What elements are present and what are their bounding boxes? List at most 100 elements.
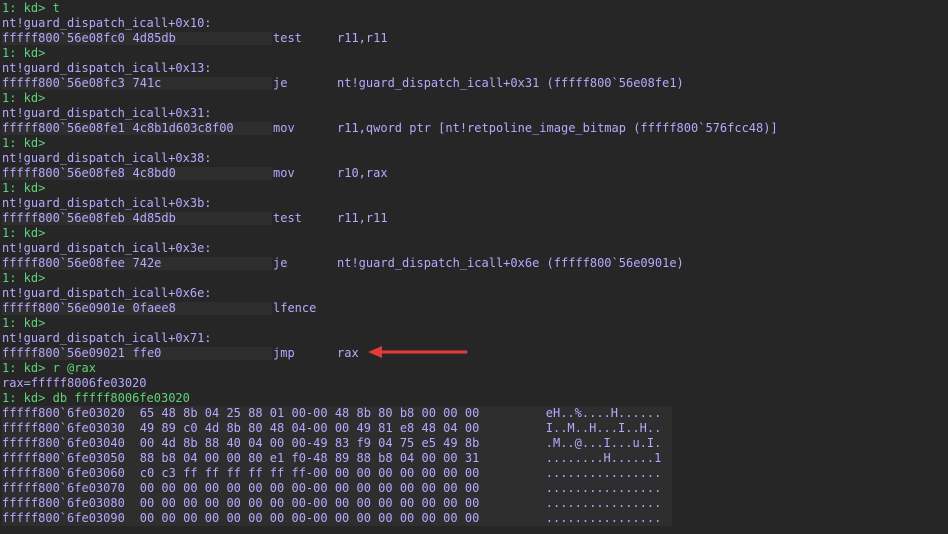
instruction-bytes: 4d85db [132, 211, 176, 225]
dump-hex-bytes: 00 00 00 00 00 00 00 00-00 00 00 00 00 0… [139, 496, 480, 510]
symbol-label: nt!guard_dispatch_icall+0x71: [2, 331, 212, 345]
prompt-label: 1: kd> [2, 1, 46, 15]
annotation-arrow-icon [368, 346, 468, 358]
dump-address: fffff800`6fe03050 [2, 451, 125, 465]
disassembly-line: fffff800`56e08fc0 4d85db test r11,r11 [2, 31, 946, 46]
instruction-mnemonic: je [273, 256, 288, 270]
symbol-line: nt!guard_dispatch_icall+0x3b: [2, 196, 946, 211]
instruction-address: fffff800`56e08fc3 [2, 76, 125, 90]
symbol-line: nt!guard_dispatch_icall+0x6e: [2, 286, 946, 301]
disassembly-line: fffff800`56e08fc3 741c je nt!guard_dispatch… [2, 76, 946, 91]
disassembly-line: fffff800`56e08fe1 4c8b1d603c8f00 mov r11,qw… [2, 121, 946, 136]
instruction-bytes: 4c8bd0 [132, 166, 176, 180]
prompt-line: 1: kd> [2, 271, 946, 286]
prompt-label: 1: kd> [2, 226, 46, 240]
instruction-operands: nt!guard_dispatch_icall+0x6e (fffff800`5… [337, 256, 684, 270]
prompt-line: 1: kd> t [2, 1, 946, 16]
command-text: db fffff8006fe03020 [52, 391, 190, 405]
instruction-bytes: 0faee8 [132, 301, 176, 315]
instruction-address: fffff800`56e0901e [2, 301, 125, 315]
symbol-line: nt!guard_dispatch_icall+0x3e: [2, 241, 946, 256]
instruction-operands: r11,r11 [337, 31, 388, 45]
dump-ascii: ........H......1 [545, 451, 662, 465]
symbol-line: nt!guard_dispatch_icall+0x10: [2, 16, 946, 31]
symbol-line: nt!guard_dispatch_icall+0x13: [2, 61, 946, 76]
dump-address: fffff800`6fe03040 [2, 436, 125, 450]
instruction-mnemonic: test [273, 31, 302, 45]
disassembly-line: fffff800`56e09021 ffe0 jmp rax [2, 346, 946, 361]
prompt-label: 1: kd> [2, 391, 46, 405]
symbol-label: nt!guard_dispatch_icall+0x10: [2, 16, 212, 30]
dump-hex-bytes: 00 00 00 00 00 00 00 00-00 00 00 00 00 0… [139, 511, 480, 525]
disassembly-line: fffff800`56e08fe8 4c8bd0 mov r10,rax [2, 166, 946, 181]
symbol-label: nt!guard_dispatch_icall+0x38: [2, 151, 212, 165]
instruction-bytes: 742e [132, 256, 162, 270]
instruction-bytes: 4d85db [132, 31, 176, 45]
dump-hex-bytes: 00 4d 8b 88 40 04 00 00-49 83 f9 04 75 e… [139, 436, 480, 450]
prompt-label: 1: kd> [2, 361, 46, 375]
symbol-line: nt!guard_dispatch_icall+0x38: [2, 151, 946, 166]
dump-ascii: .M..@...I...u.I. [545, 436, 662, 450]
instruction-address: fffff800`56e08feb [2, 211, 125, 225]
instruction-mnemonic: je [273, 76, 288, 90]
instruction-address: fffff800`56e08fe1 [2, 121, 125, 135]
prompt-line: 1: kd> [2, 181, 946, 196]
prompt-label: 1: kd> [2, 271, 46, 285]
disassembly-line: fffff800`56e0901e 0faee8 lfence [2, 301, 946, 316]
dump-address: fffff800`6fe03080 [2, 496, 125, 510]
memory-dump-line: fffff800`6fe03080 00 00 00 00 00 00 00 00… [2, 496, 946, 511]
dump-ascii: eH..%....H...... [545, 406, 662, 420]
dump-address: fffff800`6fe03030 [2, 421, 125, 435]
prompt-line: 1: kd> [2, 136, 946, 151]
instruction-operands: nt!guard_dispatch_icall+0x31 (fffff800`5… [337, 76, 684, 90]
symbol-label: nt!guard_dispatch_icall+0x3e: [2, 241, 212, 255]
memory-dump-line: fffff800`6fe03030 49 89 c0 4d 8b 80 48 04… [2, 421, 946, 436]
command-text: r @rax [52, 361, 96, 375]
symbol-line: nt!guard_dispatch_icall+0x31: [2, 106, 946, 121]
memory-dump-line: fffff800`6fe03040 00 4d 8b 88 40 04 00 00… [2, 436, 946, 451]
instruction-mnemonic: test [273, 211, 302, 225]
symbol-line: nt!guard_dispatch_icall+0x71: [2, 331, 946, 346]
memory-dump-line: fffff800`6fe03070 00 00 00 00 00 00 00 00… [2, 481, 946, 496]
symbol-label: nt!guard_dispatch_icall+0x6e: [2, 286, 212, 300]
memory-dump-line: fffff800`6fe03060 c0 c3 ff ff ff ff ff ff… [2, 466, 946, 481]
symbol-label: nt!guard_dispatch_icall+0x3b: [2, 196, 212, 210]
instruction-operands: r11,qword ptr [nt!retpoline_image_bitmap… [337, 121, 778, 135]
instruction-mnemonic: jmp [273, 346, 295, 360]
dump-ascii: ................ [545, 496, 662, 510]
instruction-address: fffff800`56e08fe8 [2, 166, 125, 180]
dump-hex-bytes: 65 48 8b 04 25 88 01 00-00 48 8b 80 b8 0… [139, 406, 480, 420]
prompt-line: 1: kd> [2, 316, 946, 331]
dump-hex-bytes: 49 89 c0 4d 8b 80 48 04-00 00 49 81 e8 4… [139, 421, 480, 435]
symbol-label: nt!guard_dispatch_icall+0x13: [2, 61, 212, 75]
dump-address: fffff800`6fe03020 [2, 406, 125, 420]
debugger-console[interactable]: 1: kd> t nt!guard_dispatch_icall+0x10:fff… [2, 1, 946, 526]
prompt-line: 1: kd> r @rax [2, 361, 946, 376]
instruction-bytes: 4c8b1d603c8f00 [132, 121, 234, 135]
prompt-label: 1: kd> [2, 46, 46, 60]
prompt-label: 1: kd> [2, 136, 46, 150]
instruction-mnemonic: mov [273, 166, 295, 180]
instruction-bytes: 741c [132, 76, 162, 90]
instruction-address: fffff800`56e09021 [2, 346, 125, 360]
prompt-label: 1: kd> [2, 91, 46, 105]
prompt-label: 1: kd> [2, 181, 46, 195]
dump-address: fffff800`6fe03090 [2, 511, 125, 525]
dump-hex-bytes: 88 b8 04 00 00 80 e1 f0-48 89 88 b8 04 0… [139, 451, 480, 465]
prompt-line: 1: kd> db fffff8006fe03020 [2, 391, 946, 406]
dump-address: fffff800`6fe03060 [2, 466, 125, 480]
prompt-line: 1: kd> [2, 91, 946, 106]
instruction-operands: r11,r11 [337, 211, 388, 225]
dump-hex-bytes: 00 00 00 00 00 00 00 00-00 00 00 00 00 0… [139, 481, 480, 495]
command-text: t [52, 1, 60, 15]
memory-dump-line: fffff800`6fe03090 00 00 00 00 00 00 00 00… [2, 511, 946, 526]
instruction-address: fffff800`56e08fee [2, 256, 125, 270]
memory-dump-line: fffff800`6fe03050 88 b8 04 00 00 80 e1 f0… [2, 451, 946, 466]
prompt-line: 1: kd> [2, 46, 946, 61]
dump-address: fffff800`6fe03070 [2, 481, 125, 495]
dump-ascii: ................ [545, 481, 662, 495]
instruction-mnemonic: mov [273, 121, 295, 135]
instruction-bytes: ffe0 [132, 346, 162, 360]
disassembly-line: fffff800`56e08feb 4d85db test r11,r11 [2, 211, 946, 226]
prompt-line: 1: kd> [2, 226, 946, 241]
